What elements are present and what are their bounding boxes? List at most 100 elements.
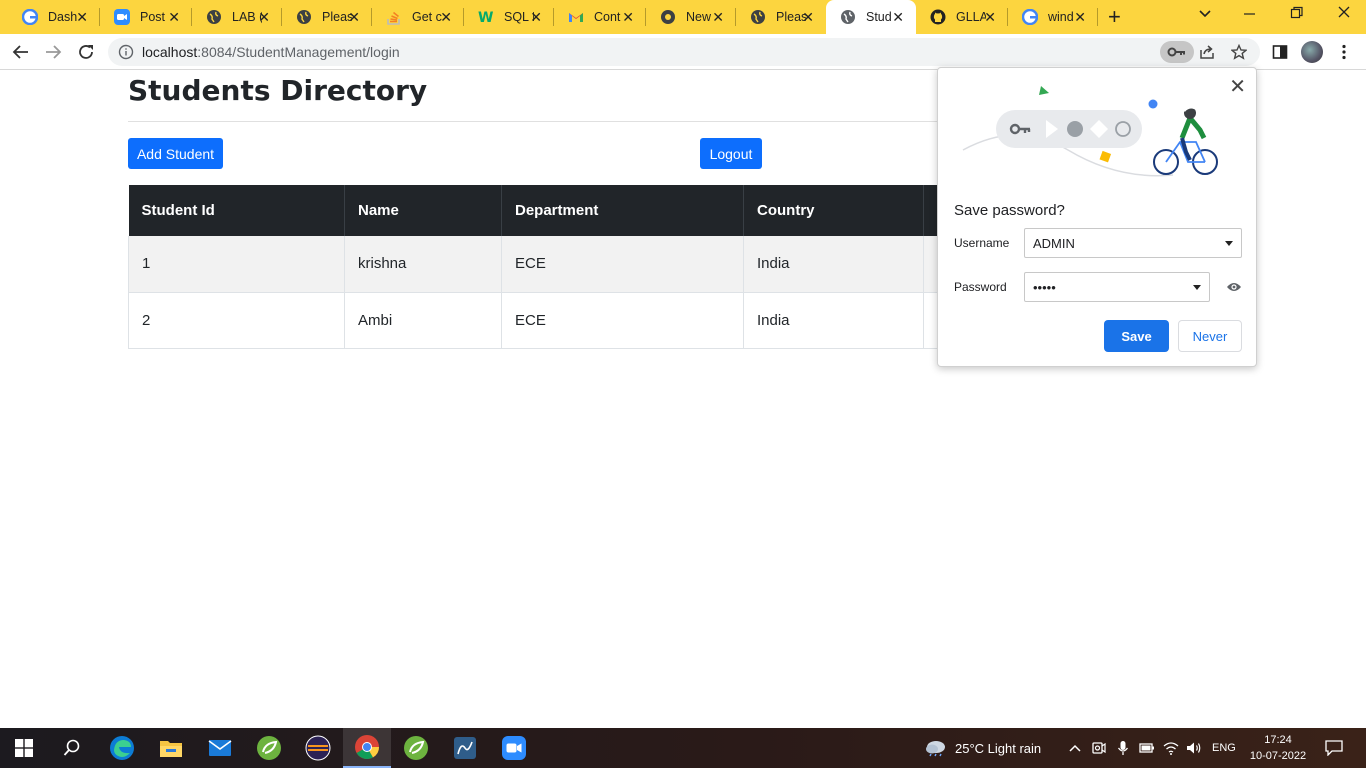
close-icon[interactable]: ✕: [892, 10, 904, 24]
dialog-heading: Save password?: [954, 202, 1065, 219]
close-icon[interactable]: ✕: [802, 10, 814, 24]
forward-arrow-icon[interactable]: [42, 41, 64, 63]
side-panel-icon[interactable]: [1271, 43, 1289, 61]
close-icon[interactable]: ✕: [440, 10, 452, 24]
url-host: localhost: [142, 44, 198, 60]
browser-tab[interactable]: Get c ✕: [372, 0, 464, 34]
spring-tools-icon[interactable]: [245, 728, 293, 768]
profile-avatar[interactable]: [1301, 41, 1323, 63]
browser-tab[interactable]: GLLA ✕: [916, 0, 1008, 34]
username-select[interactable]: ADMIN: [1024, 228, 1242, 258]
language-indicator[interactable]: ENG: [1212, 728, 1236, 768]
close-icon[interactable]: ✕: [76, 10, 88, 24]
column-header-department[interactable]: Department: [501, 185, 744, 236]
edge-icon[interactable]: [98, 728, 146, 768]
page-title: Students Directory: [128, 74, 428, 107]
cell-student-id: 1: [128, 236, 345, 293]
close-window-icon[interactable]: [1337, 5, 1351, 23]
share-icon[interactable]: [1198, 43, 1216, 61]
new-tab-button[interactable]: +: [1108, 6, 1121, 28]
globe-icon: [296, 9, 312, 25]
address-bar[interactable]: localhost:8084/StudentManagement/login: [108, 38, 1260, 66]
site-info-icon[interactable]: [118, 44, 134, 60]
password-select[interactable]: •••••: [1024, 272, 1210, 302]
divider: [128, 121, 948, 122]
reload-icon[interactable]: [75, 41, 97, 63]
search-icon[interactable]: [48, 728, 96, 768]
close-icon[interactable]: ✕: [1074, 10, 1086, 24]
password-key-icon[interactable]: [1160, 41, 1194, 63]
close-icon[interactable]: ✕: [530, 10, 542, 24]
volume-icon[interactable]: [1186, 740, 1202, 756]
mysql-workbench-icon[interactable]: [441, 728, 489, 768]
browser-tab[interactable]: New ✕: [646, 0, 736, 34]
never-button[interactable]: Never: [1178, 320, 1242, 352]
save-button[interactable]: Save: [1104, 320, 1169, 352]
table-header-row: Student Id Name Department Country: [128, 185, 964, 236]
table-row: 1 krishna ECE India: [128, 236, 964, 293]
zoom-taskbar-icon[interactable]: [490, 728, 538, 768]
bookmark-star-icon[interactable]: [1230, 43, 1248, 61]
globe-icon: [750, 9, 766, 25]
stackoverflow-icon: [386, 9, 402, 25]
wifi-icon[interactable]: [1163, 740, 1179, 756]
add-student-button[interactable]: Add Student: [128, 138, 223, 169]
tab-title: Cont: [594, 10, 621, 24]
tab-search-icon[interactable]: [1198, 6, 1212, 24]
eye-icon[interactable]: [1226, 281, 1242, 293]
browser-tab[interactable]: Post ✕: [100, 0, 192, 34]
clock-date: 10-07-2022: [1249, 750, 1307, 762]
chrome-taskbar-icon[interactable]: [343, 728, 391, 768]
column-header-name[interactable]: Name: [344, 185, 502, 236]
taskbar-clock[interactable]: 17:24 10-07-2022: [1246, 732, 1310, 764]
browser-tab-strip: Dash ✕ Post ✕ LAB ( ✕ Pleas ✕ Get c ✕ W …: [0, 0, 1366, 34]
battery-plug-icon[interactable]: [1139, 740, 1155, 756]
restore-icon[interactable]: [1290, 6, 1304, 24]
browser-tab[interactable]: LAB ( ✕: [192, 0, 282, 34]
camera-icon[interactable]: [1091, 740, 1107, 756]
browser-tab[interactable]: W SQL I ✕: [464, 0, 554, 34]
close-icon[interactable]: ✕: [712, 10, 724, 24]
column-header-student-id[interactable]: Student Id: [128, 185, 345, 236]
eclipse-icon[interactable]: [294, 728, 342, 768]
column-header-country[interactable]: Country: [743, 185, 924, 236]
minimize-icon[interactable]: [1244, 6, 1256, 24]
spring-tools-icon[interactable]: [392, 728, 440, 768]
students-table: Student Id Name Department Country 1 kri…: [128, 185, 964, 349]
cell-department: ECE: [501, 236, 744, 293]
close-icon[interactable]: ✕: [1229, 74, 1246, 99]
cell-name: Ambi: [344, 292, 502, 349]
notification-icon[interactable]: [1325, 740, 1343, 756]
mail-icon[interactable]: [196, 728, 244, 768]
browser-tab[interactable]: Dash ✕: [8, 0, 100, 34]
browser-tab[interactable]: Cont ✕: [554, 0, 646, 34]
zoom-icon: [114, 9, 130, 25]
chrome-icon: [660, 9, 676, 25]
save-password-dialog: ✕ Save password? Username ADMIN Password…: [937, 67, 1257, 367]
svg-text:W: W: [478, 10, 493, 25]
chevron-down-icon: [1193, 285, 1201, 290]
back-arrow-icon[interactable]: [10, 41, 32, 63]
cell-country: India: [743, 292, 924, 349]
browser-tab[interactable]: Pleas ✕: [282, 0, 372, 34]
w3schools-icon: W: [478, 9, 494, 25]
close-icon[interactable]: ✕: [622, 10, 634, 24]
tab-title: Dash: [48, 10, 78, 24]
weather-text[interactable]: 25°C Light rain: [955, 728, 1041, 768]
github-icon: [930, 9, 946, 25]
microphone-icon[interactable]: [1115, 740, 1131, 756]
browser-tab[interactable]: wind ✕: [1008, 0, 1098, 34]
close-icon[interactable]: ✕: [258, 10, 270, 24]
close-icon[interactable]: ✕: [984, 10, 996, 24]
close-icon[interactable]: ✕: [168, 10, 180, 24]
browser-tab[interactable]: Pleas ✕: [736, 0, 826, 34]
start-button[interactable]: [0, 728, 48, 768]
file-explorer-icon[interactable]: [147, 728, 195, 768]
chevron-up-icon[interactable]: [1067, 740, 1083, 756]
browser-tab-active[interactable]: Stud ✕: [826, 0, 916, 34]
close-icon[interactable]: ✕: [348, 10, 360, 24]
logout-button[interactable]: Logout: [700, 138, 762, 169]
bike-illustration: [962, 86, 1218, 177]
menu-dots-icon[interactable]: [1335, 43, 1353, 61]
username-value: ADMIN: [1033, 235, 1075, 251]
